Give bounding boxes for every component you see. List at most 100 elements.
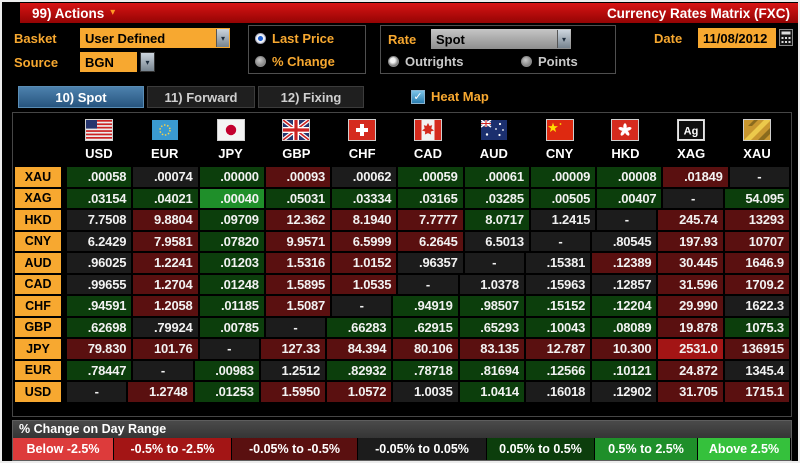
cell-xau-cny[interactable]: .00009	[530, 167, 596, 187]
cell-gbp-hkd[interactable]: .08089	[592, 317, 657, 337]
cell-xau-usd[interactable]: .00058	[67, 167, 132, 187]
cell-eur-hkd[interactable]: .10121	[592, 360, 657, 380]
cell-chf-cny[interactable]: .15152	[525, 296, 591, 316]
cell-cny-xag[interactable]: 197.93	[658, 231, 723, 251]
cell-xau-hkd[interactable]: .00008	[597, 167, 662, 187]
cell-cny-eur[interactable]: 7.9581	[133, 231, 198, 251]
cell-cny-aud[interactable]: 6.5013	[464, 231, 529, 251]
cell-cad-hkd[interactable]: .12857	[592, 274, 657, 294]
cell-hkd-usd[interactable]: 7.7508	[67, 210, 132, 230]
cell-usd-eur[interactable]: 1.2748	[128, 382, 193, 402]
cell-aud-hkd[interactable]: .12389	[592, 253, 657, 273]
cell-gbp-gbp[interactable]: -	[265, 317, 326, 337]
cell-jpy-cad[interactable]: 80.106	[393, 339, 458, 359]
cell-aud-xag[interactable]: 30.445	[658, 253, 723, 273]
cell-xag-usd[interactable]: .03154	[67, 188, 132, 208]
cell-eur-jpy[interactable]: .00983	[194, 360, 259, 380]
cell-xag-xau[interactable]: 54.095	[724, 188, 789, 208]
cell-cad-cny[interactable]: .15963	[525, 274, 591, 294]
cell-jpy-eur[interactable]: 101.76	[133, 339, 198, 359]
cell-hkd-jpy[interactable]: .09709	[199, 210, 264, 230]
cell-usd-cad[interactable]: 1.0035	[393, 382, 458, 402]
cell-eur-eur[interactable]: -	[133, 360, 193, 380]
cell-aud-chf[interactable]: 1.0152	[332, 253, 397, 273]
cell-usd-xau[interactable]: 1715.1	[724, 382, 789, 402]
cell-eur-xau[interactable]: 1345.4	[724, 360, 789, 380]
cell-jpy-chf[interactable]: 84.394	[327, 339, 392, 359]
cell-xau-gbp[interactable]: .00093	[265, 167, 331, 187]
cell-aud-usd[interactable]: .96025	[67, 253, 132, 273]
last-price-radio[interactable]: Last Price	[255, 31, 334, 46]
cell-xag-cny[interactable]: .00505	[530, 188, 596, 208]
cell-aud-aud[interactable]: -	[464, 253, 524, 273]
tab-fixing[interactable]: 12) Fixing	[258, 86, 364, 108]
cell-cny-cad[interactable]: 6.2645	[398, 231, 463, 251]
cell-xag-chf[interactable]: .03334	[332, 188, 397, 208]
calendar-calculator-icon[interactable]	[779, 29, 793, 46]
cell-chf-hkd[interactable]: .12204	[592, 296, 657, 316]
cell-jpy-cny[interactable]: 12.787	[525, 339, 591, 359]
cell-xau-eur[interactable]: .00074	[133, 167, 198, 187]
cell-usd-usd[interactable]: -	[67, 382, 127, 402]
cell-gbp-chf[interactable]: .66283	[327, 317, 392, 337]
cell-aud-gbp[interactable]: 1.5316	[265, 253, 331, 273]
outrights-radio[interactable]: Outrights	[388, 54, 464, 69]
cell-aud-cny[interactable]: .15381	[525, 253, 591, 273]
cell-jpy-jpy[interactable]: -	[199, 339, 259, 359]
cell-xau-aud[interactable]: .00061	[464, 167, 529, 187]
cell-gbp-usd[interactable]: .62698	[67, 317, 132, 337]
cell-hkd-eur[interactable]: 9.8804	[133, 210, 198, 230]
cell-xag-eur[interactable]: .04021	[133, 188, 198, 208]
cell-usd-aud[interactable]: 1.0414	[459, 382, 524, 402]
cell-jpy-xag[interactable]: 2531.0	[658, 339, 723, 359]
cell-jpy-xau[interactable]: 136915	[724, 339, 789, 359]
cell-chf-aud[interactable]: .98507	[459, 296, 524, 316]
cell-eur-usd[interactable]: .78447	[67, 360, 132, 380]
points-radio[interactable]: Points	[521, 54, 578, 69]
cell-gbp-xau[interactable]: 1075.3	[724, 317, 789, 337]
cell-cny-hkd[interactable]: .80545	[592, 231, 657, 251]
basket-select[interactable]: User Defined ▾	[80, 28, 230, 48]
cell-eur-cad[interactable]: .78718	[393, 360, 458, 380]
cell-usd-chf[interactable]: 1.0572	[327, 382, 392, 402]
cell-eur-cny[interactable]: .12566	[525, 360, 591, 380]
cell-gbp-aud[interactable]: .65293	[459, 317, 524, 337]
actions-menu-button[interactable]: 99) Actions ▾	[20, 6, 115, 21]
cell-jpy-hkd[interactable]: 10.300	[592, 339, 657, 359]
cell-jpy-gbp[interactable]: 127.33	[260, 339, 326, 359]
cell-chf-cad[interactable]: .94919	[393, 296, 458, 316]
cell-aud-cad[interactable]: .96357	[398, 253, 463, 273]
cell-xau-xau[interactable]: -	[729, 167, 789, 187]
cell-chf-xau[interactable]: 1622.3	[724, 296, 789, 316]
cell-hkd-hkd[interactable]: -	[597, 210, 657, 230]
cell-cny-chf[interactable]: 6.5999	[332, 231, 397, 251]
cell-jpy-usd[interactable]: 79.830	[67, 339, 132, 359]
cell-xag-gbp[interactable]: .05031	[265, 188, 331, 208]
cell-xau-chf[interactable]: .00062	[332, 167, 397, 187]
cell-cad-xag[interactable]: 31.596	[658, 274, 723, 294]
cell-cny-jpy[interactable]: .07820	[199, 231, 264, 251]
cell-xau-xag[interactable]: .01849	[663, 167, 728, 187]
cell-chf-usd[interactable]: .94591	[67, 296, 132, 316]
cell-cny-usd[interactable]: 6.2429	[67, 231, 132, 251]
cell-gbp-jpy[interactable]: .00785	[199, 317, 264, 337]
cell-hkd-xau[interactable]: 13293	[724, 210, 789, 230]
cell-hkd-gbp[interactable]: 12.362	[265, 210, 331, 230]
cell-aud-xau[interactable]: 1646.9	[724, 253, 789, 273]
cell-xau-cad[interactable]: .00059	[398, 167, 463, 187]
cell-cad-gbp[interactable]: 1.5895	[265, 274, 331, 294]
cell-hkd-cad[interactable]: 7.7777	[398, 210, 463, 230]
cell-cad-xau[interactable]: 1709.2	[724, 274, 789, 294]
cell-xag-hkd[interactable]: .00407	[597, 188, 662, 208]
cell-eur-aud[interactable]: .81694	[459, 360, 524, 380]
cell-usd-gbp[interactable]: 1.5950	[260, 382, 326, 402]
source-dropdown-button[interactable]: ▾	[140, 52, 155, 72]
cell-hkd-chf[interactable]: 8.1940	[332, 210, 397, 230]
dropdown-arrow-icon[interactable]: ▾	[216, 29, 229, 47]
cell-jpy-aud[interactable]: 83.135	[459, 339, 524, 359]
cell-chf-gbp[interactable]: 1.5087	[265, 296, 331, 316]
cell-eur-chf[interactable]: .82932	[327, 360, 392, 380]
cell-xag-jpy[interactable]: .00040	[199, 188, 264, 208]
cell-usd-xag[interactable]: 31.705	[658, 382, 723, 402]
cell-cad-jpy[interactable]: .01248	[199, 274, 264, 294]
